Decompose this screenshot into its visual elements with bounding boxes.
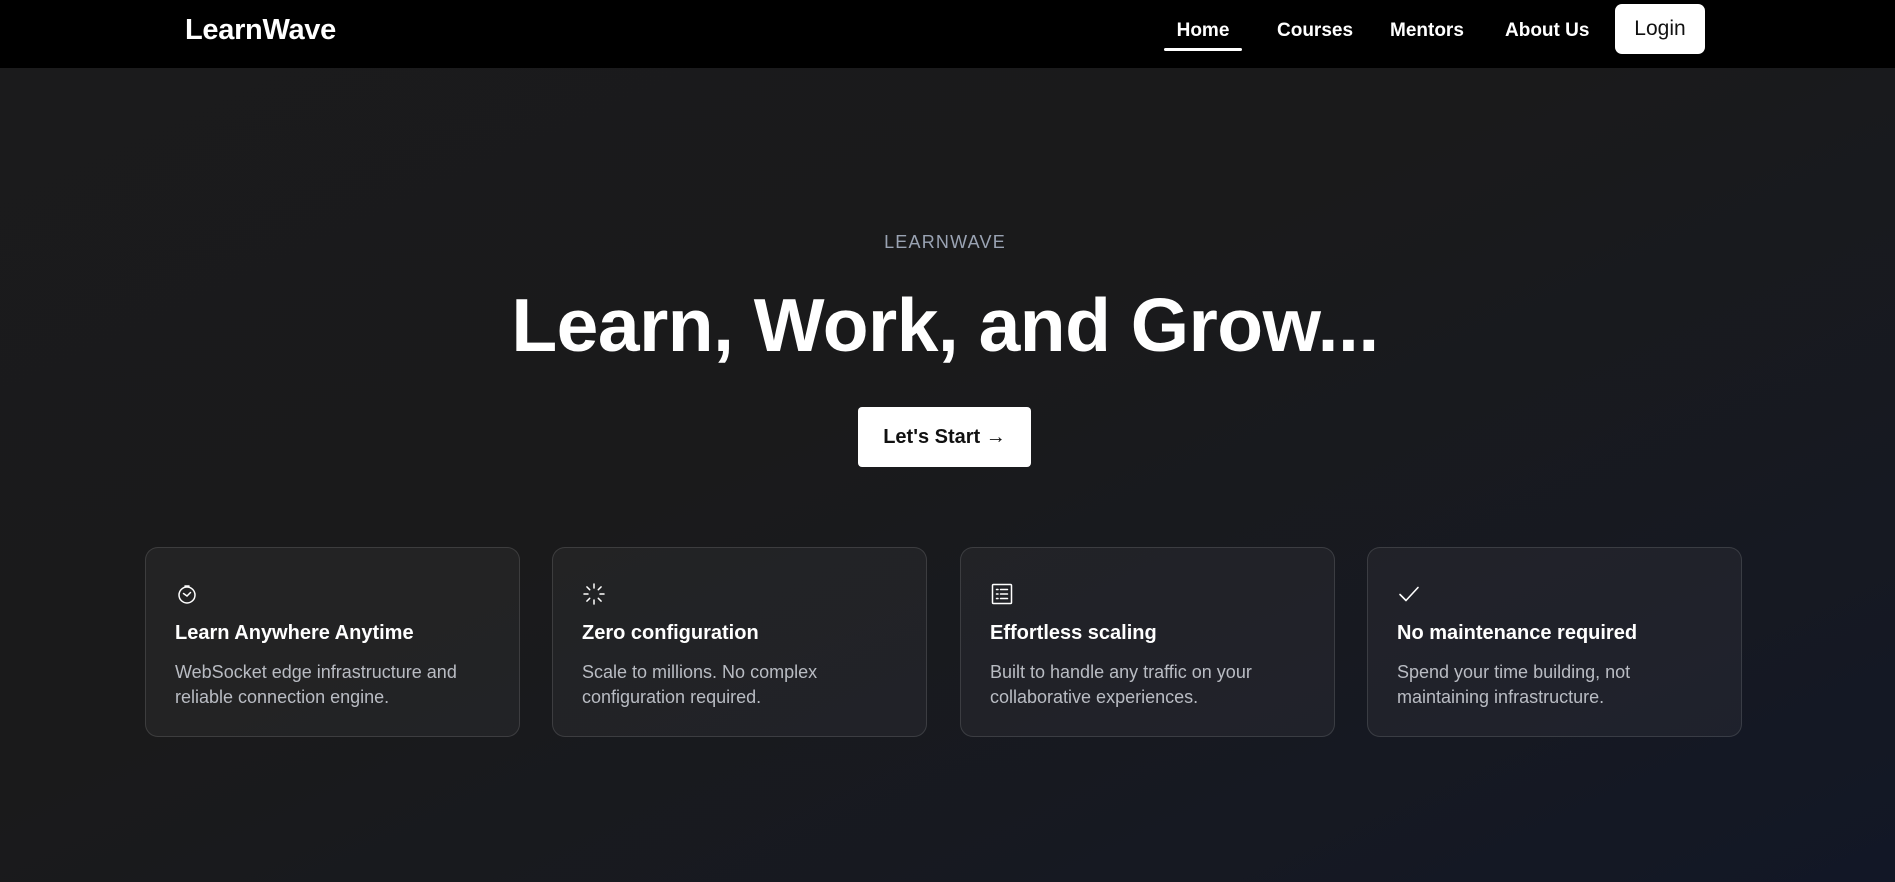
- feature-card: Effortless scaling Built to handle any t…: [960, 547, 1335, 737]
- feature-title: Learn Anywhere Anytime: [175, 622, 414, 644]
- top-navbar: LearnWave Home Courses Mentors About Us …: [0, 0, 1895, 68]
- feature-description: WebSocket edge infrastructure and reliab…: [175, 662, 457, 707]
- feature-description: Built to handle any traffic on your coll…: [990, 662, 1252, 707]
- loader-icon: [582, 582, 606, 606]
- check-icon: [1397, 582, 1421, 606]
- nav-link-mentors[interactable]: Mentors: [1390, 20, 1464, 42]
- nav-link-home[interactable]: Home: [1164, 20, 1242, 42]
- clock-icon: [175, 582, 199, 606]
- list-icon: [990, 582, 1014, 606]
- feature-card: No maintenance required Spend your time …: [1367, 547, 1742, 737]
- nav-link-about-us[interactable]: About Us: [1505, 20, 1589, 42]
- login-button[interactable]: Login: [1615, 4, 1705, 54]
- nav-link-courses[interactable]: Courses: [1277, 20, 1353, 42]
- feature-description: Scale to millions. No complex configurat…: [582, 662, 818, 707]
- feature-card: Learn Anywhere Anytime WebSocket edge in…: [145, 547, 520, 737]
- brand-logo[interactable]: LearnWave: [185, 14, 336, 47]
- feature-title: Effortless scaling: [990, 622, 1157, 644]
- feature-card: Zero configuration Scale to millions. No…: [552, 547, 927, 737]
- feature-description: Spend your time building, not maintainin…: [1397, 662, 1631, 707]
- hero-title: Learn, Work, and Grow...: [511, 283, 1379, 367]
- active-nav-indicator: [1164, 48, 1242, 51]
- hero-eyebrow: LEARNWAVE: [884, 232, 1006, 252]
- lets-start-button[interactable]: Let's Start →: [858, 407, 1031, 467]
- feature-title: Zero configuration: [582, 622, 759, 644]
- feature-title: No maintenance required: [1397, 622, 1638, 644]
